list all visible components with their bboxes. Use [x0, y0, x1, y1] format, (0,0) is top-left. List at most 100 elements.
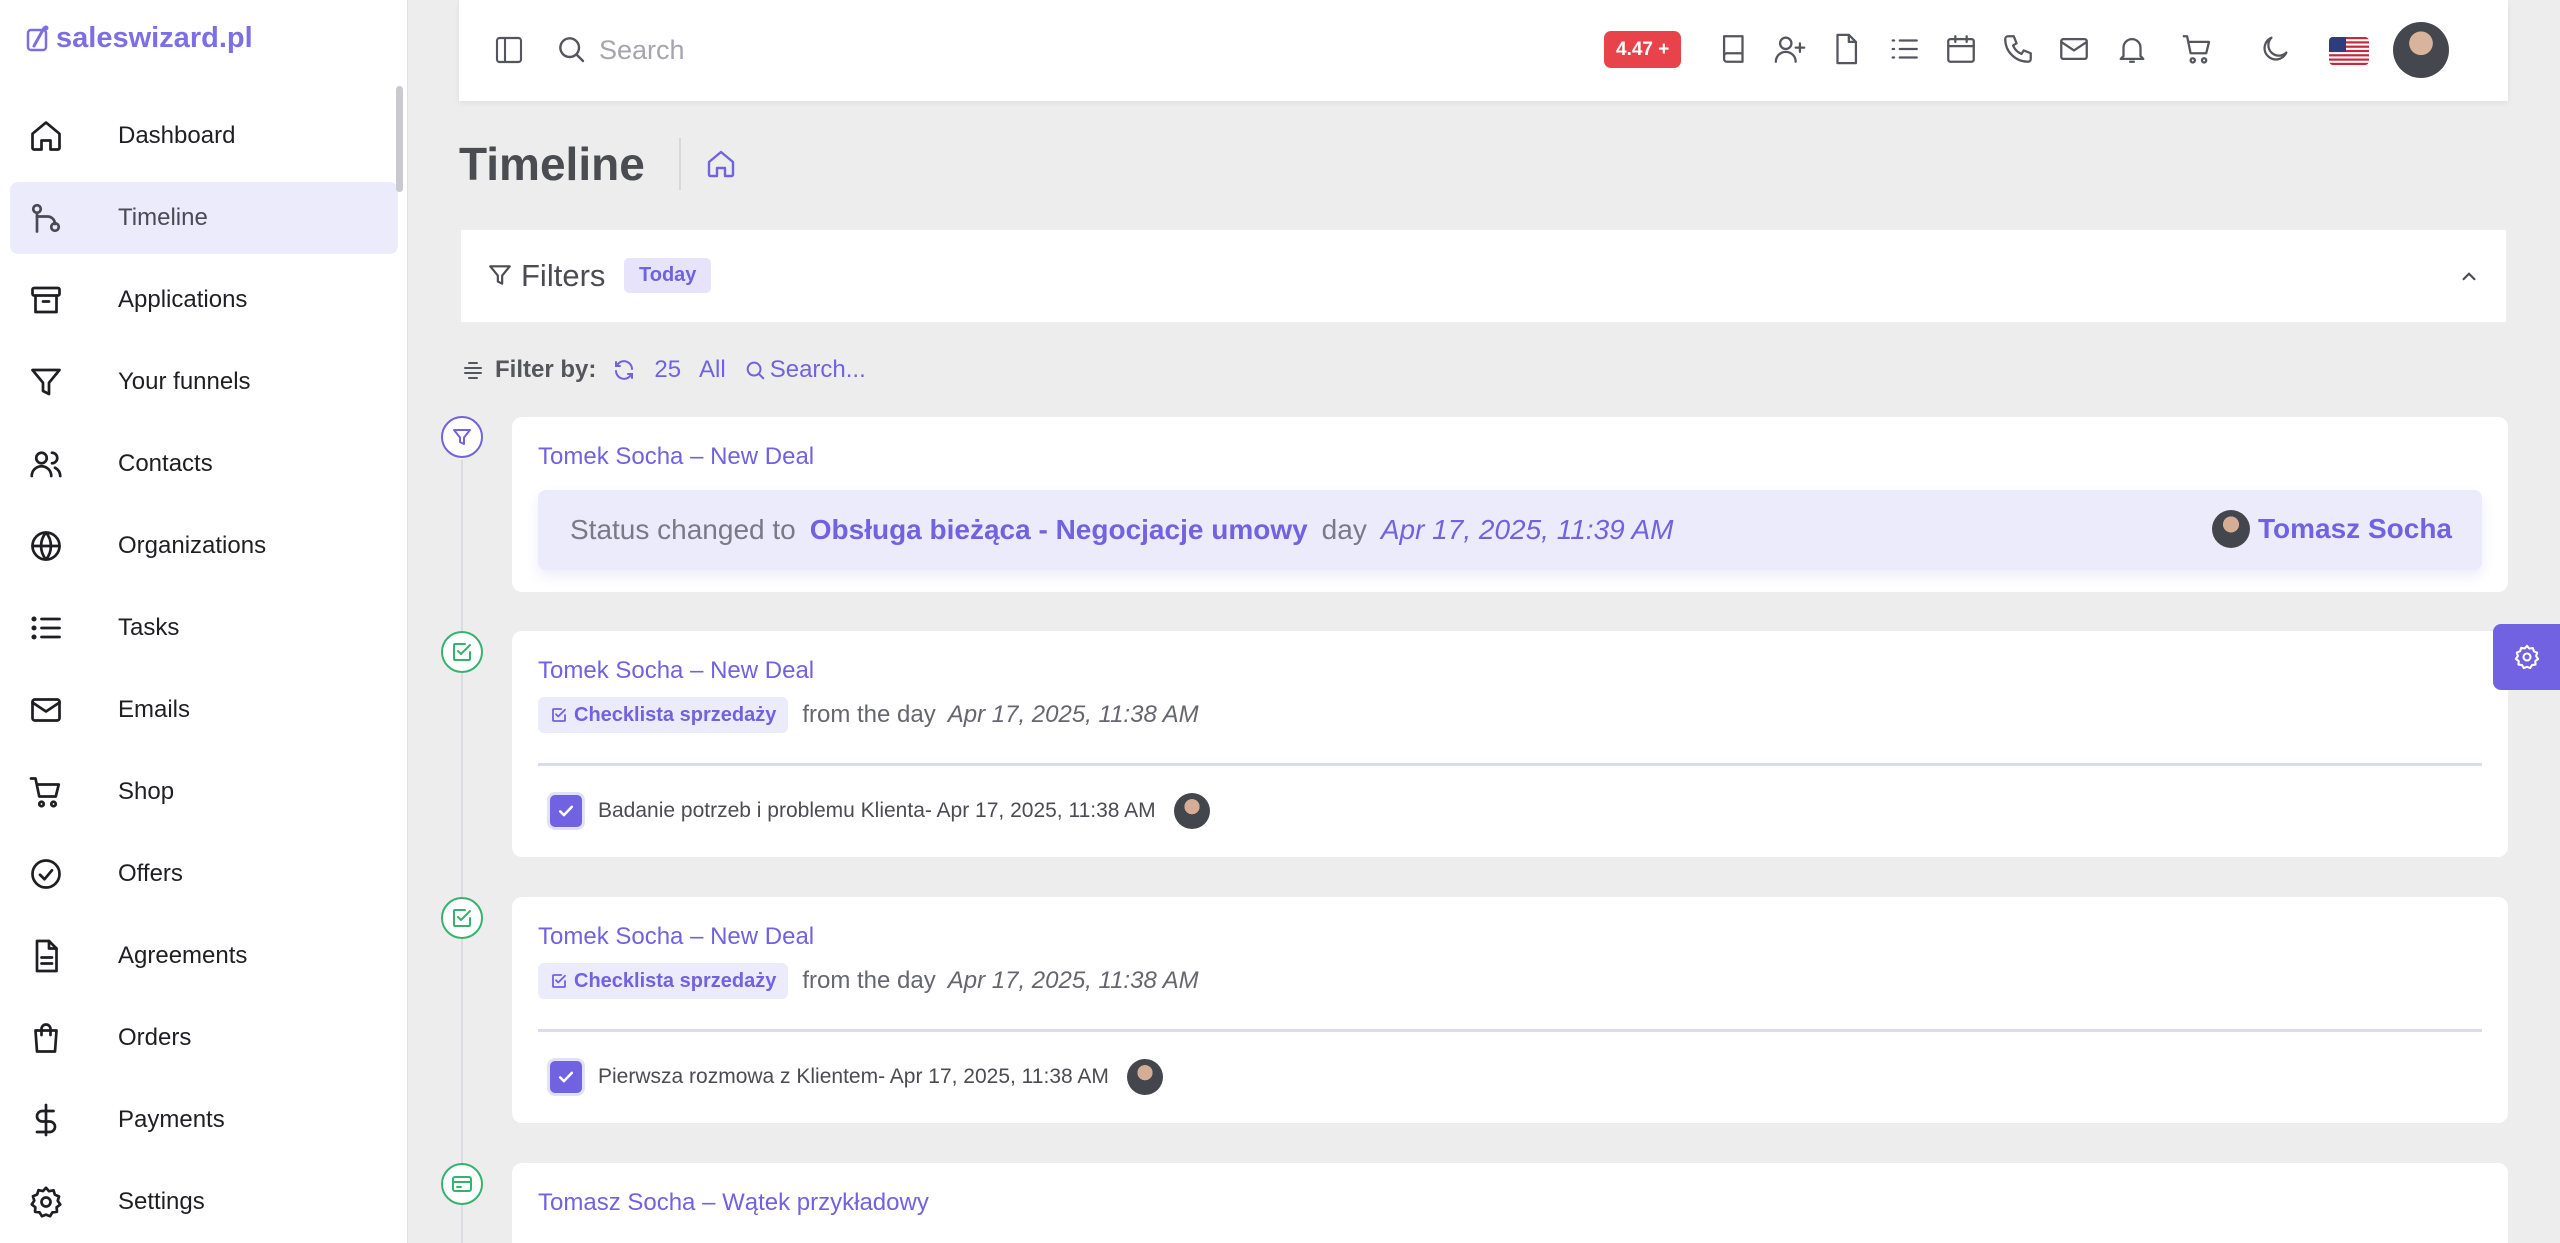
sidebar-item-label: Orders — [118, 1024, 192, 1051]
mail-icon — [28, 690, 84, 730]
timeline-card: Tomek Socha – New Deal Status changed to… — [512, 417, 2508, 592]
sidebar-item-offers[interactable]: Offers — [10, 838, 398, 910]
sidebar-item-timeline[interactable]: Timeline — [10, 182, 398, 254]
list-icon[interactable] — [1887, 32, 1921, 66]
sidebar-scrollbar[interactable] — [396, 86, 403, 192]
phone-icon[interactable] — [2001, 32, 2035, 66]
status-prefix: Status changed to — [570, 514, 796, 545]
list-icon — [28, 608, 84, 648]
thread-link[interactable]: Tomasz Socha – Wątek przykładowy — [538, 1189, 929, 1217]
gear-icon — [2514, 644, 2539, 670]
sidebar-item-orders[interactable]: Orders — [10, 1002, 398, 1074]
sidebar-item-payments[interactable]: Payments — [10, 1084, 398, 1156]
sidebar-item-label: Emails — [118, 696, 191, 723]
sidebar-toggle-icon[interactable] — [493, 34, 525, 66]
topbar: 4.47 + — [459, 0, 2508, 101]
breadcrumb-home-icon[interactable] — [705, 148, 737, 180]
sidebar-item-shop[interactable]: Shop — [10, 756, 398, 828]
from-text: from the day — [802, 701, 936, 728]
sort-lines-icon — [464, 362, 482, 379]
sidebar-item-label: Tasks — [118, 614, 180, 641]
scope-link[interactable]: All — [699, 356, 726, 384]
filters-badge: Today — [624, 258, 712, 293]
funnel-icon — [453, 429, 471, 445]
mail-icon[interactable] — [2057, 32, 2091, 66]
file-icon[interactable] — [1829, 32, 1863, 66]
funnel-icon — [28, 362, 84, 402]
checklist-tag[interactable]: Checklista sprzedaży — [538, 697, 789, 733]
timeline-node — [441, 897, 483, 939]
status-day-word: day — [1321, 514, 1367, 545]
brand-logo[interactable]: saleswizard.pl — [26, 22, 253, 55]
divider — [538, 1029, 2482, 1032]
customizer-button[interactable] — [2493, 624, 2560, 690]
checklist-date: Apr 17, 2025, 11:38 AM — [947, 701, 1199, 728]
dollar-icon — [28, 1100, 84, 1140]
checkbox-checked[interactable] — [550, 1061, 582, 1093]
deal-link[interactable]: Tomek Socha – New Deal — [538, 923, 814, 951]
checklist-tag-label: Checklista sprzedaży — [574, 703, 777, 726]
home-icon — [28, 116, 84, 156]
sidebar-item-agreements[interactable]: Agreements — [10, 920, 398, 992]
filters-panel[interactable]: Filters Today — [461, 230, 2506, 322]
add-user-icon[interactable] — [1773, 32, 1807, 66]
refresh-icon[interactable] — [612, 358, 636, 382]
sidebar-item-applications[interactable]: Applications — [10, 264, 398, 336]
sidebar-nav: Dashboard Timeline Applications Your fun… — [0, 100, 408, 1243]
sidebar-item-label: Settings — [118, 1188, 205, 1215]
brand-name: saleswizard.pl — [56, 22, 253, 54]
sidebar-item-label: Applications — [118, 286, 248, 313]
timeline-card: Tomek Socha – New Deal Checklista sprzed… — [512, 631, 2508, 857]
deal-link[interactable]: Tomek Socha – New Deal — [538, 443, 814, 471]
sidebar: saleswizard.pl Dashboard Timeline Applic… — [0, 0, 408, 1243]
sidebar-item-dashboard[interactable]: Dashboard — [10, 100, 398, 172]
chevron-up-icon[interactable] — [2456, 264, 2482, 290]
filter-by-bar: Filter by: 25 All Search... — [461, 352, 866, 388]
sidebar-item-funnels[interactable]: Your funnels — [10, 346, 398, 418]
from-text: from the day — [802, 967, 936, 994]
check-circle-icon — [28, 854, 84, 894]
checklist-tag[interactable]: Checklista sprzedaży — [538, 963, 789, 999]
timeline-node — [441, 416, 483, 458]
sidebar-item-label: Your funnels — [118, 368, 251, 395]
checklist-meta: Checklista sprzedaży from the day Apr 17… — [538, 963, 1199, 999]
sidebar-item-contacts[interactable]: Contacts — [10, 428, 398, 500]
book-icon[interactable] — [1717, 32, 1751, 66]
checkbox-checked[interactable] — [550, 795, 582, 827]
archive-icon — [28, 280, 84, 320]
cart-icon[interactable] — [2180, 32, 2214, 66]
check-icon — [558, 1071, 574, 1083]
bell-icon[interactable] — [2115, 32, 2149, 66]
git-branch-icon — [28, 198, 84, 238]
shopping-bag-icon — [28, 1018, 84, 1058]
logo-icon — [26, 25, 49, 51]
sidebar-item-emails[interactable]: Emails — [10, 674, 398, 746]
page-size-link[interactable]: 25 — [654, 356, 681, 384]
cart-icon — [28, 772, 84, 812]
sidebar-item-settings[interactable]: Settings — [10, 1166, 398, 1238]
version-badge[interactable]: 4.47 + — [1604, 31, 1682, 68]
avatar — [2212, 510, 2251, 548]
status-date: Apr 17, 2025, 11:39 AM — [1380, 514, 1674, 545]
sidebar-item-label: Contacts — [118, 450, 213, 477]
page-title: Timeline — [459, 138, 645, 190]
timeline-search-link[interactable]: Search... — [770, 356, 866, 384]
gear-icon — [28, 1182, 84, 1222]
calendar-icon[interactable] — [1944, 32, 1978, 66]
moon-icon[interactable] — [2258, 32, 2292, 66]
status-change-box: Status changed to Obsługa bieżąca - Nego… — [538, 490, 2482, 570]
avatar — [1173, 793, 1210, 829]
checklist-meta: Checklista sprzedaży from the day Apr 17… — [538, 697, 1199, 733]
check-icon — [558, 805, 574, 817]
timeline-node — [441, 1163, 483, 1205]
file-text-icon — [28, 936, 84, 976]
sidebar-item-organizations[interactable]: Organizations — [10, 510, 398, 582]
sidebar-item-tasks[interactable]: Tasks — [10, 592, 398, 664]
sidebar-item-label: Payments — [118, 1106, 225, 1133]
user-avatar[interactable] — [2393, 22, 2449, 78]
search-input[interactable] — [599, 28, 1019, 72]
us-flag-icon[interactable] — [2329, 37, 2369, 65]
check-square-icon — [453, 643, 471, 661]
status-user[interactable]: Tomasz Socha — [2212, 510, 2452, 548]
deal-link[interactable]: Tomek Socha – New Deal — [538, 657, 814, 685]
